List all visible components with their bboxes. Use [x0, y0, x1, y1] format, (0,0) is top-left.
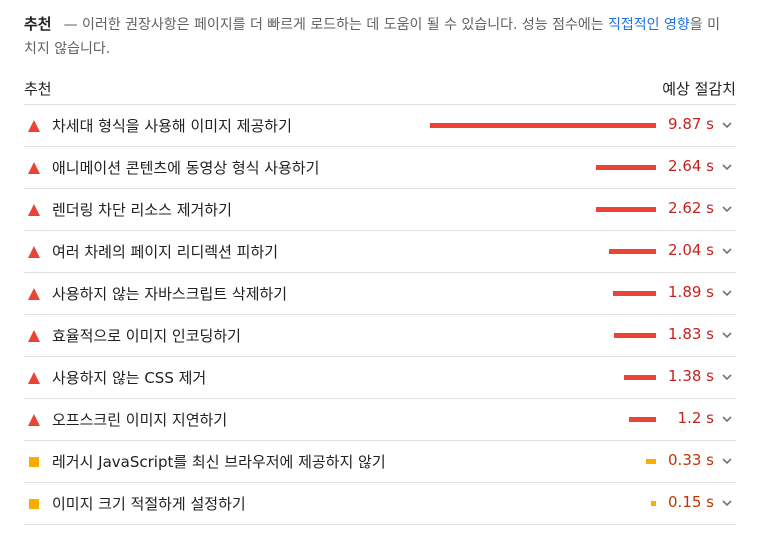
chevron-down-icon[interactable] — [720, 286, 734, 300]
savings-bar — [629, 417, 656, 422]
opportunities-panel: 추천 — 이러한 권장사항은 페이지를 더 빠르게 로드하는 데 도움이 될 수 … — [0, 0, 772, 538]
savings-value: 2.04 s — [668, 241, 714, 259]
audit-title: 오프스크린 이미지 지연하기 — [52, 411, 228, 429]
audit-row[interactable]: 레거시 JavaScript를 최신 브라우저에 제공하지 않기 0.33 s — [24, 441, 736, 483]
audit-title: 렌더링 차단 리소스 제거하기 — [52, 201, 232, 219]
warning-triangle-icon — [27, 161, 41, 175]
average-square-icon — [27, 497, 41, 511]
audit-row[interactable]: 여러 차례의 페이지 리디렉션 피하기 2.04 s — [24, 231, 736, 273]
savings-bar — [614, 333, 656, 338]
savings-bar — [596, 207, 656, 212]
audit-title: 이미지 크기 적절하게 설정하기 — [52, 495, 246, 513]
savings-value: 1.89 s — [668, 283, 714, 301]
chevron-down-icon[interactable] — [720, 412, 734, 426]
audit-row[interactable]: 사용하지 않는 자바스크립트 삭제하기 1.89 s — [24, 273, 736, 315]
chevron-down-icon[interactable] — [720, 328, 734, 342]
warning-triangle-icon — [27, 413, 41, 427]
audit-row[interactable]: 애니메이션 콘텐츠에 동영상 형식 사용하기 2.64 s — [24, 147, 736, 189]
audit-title: 사용하지 않는 CSS 제거 — [52, 369, 207, 387]
audit-row[interactable]: 오프스크린 이미지 지연하기 1.2 s — [24, 399, 736, 441]
chevron-down-icon[interactable] — [720, 370, 734, 384]
chevron-down-icon[interactable] — [720, 244, 734, 258]
savings-value: 2.64 s — [668, 157, 714, 175]
column-recommendation: 추천 — [24, 80, 52, 98]
chevron-down-icon[interactable] — [720, 160, 734, 174]
warning-triangle-icon — [27, 119, 41, 133]
intro-description: — 이러한 권장사항은 페이지를 더 빠르게 로드하는 데 도움이 될 수 있습… — [63, 17, 609, 33]
savings-bar — [596, 165, 656, 170]
savings-bar — [609, 249, 656, 254]
savings-bar — [651, 501, 656, 506]
savings-value: 9.87 s — [668, 115, 714, 133]
intro-text: 추천 — 이러한 권장사항은 페이지를 더 빠르게 로드하는 데 도움이 될 수 … — [24, 12, 724, 61]
savings-value: 2.62 s — [668, 199, 714, 217]
audit-row[interactable]: 효율적으로 이미지 인코딩하기 1.83 s — [24, 315, 736, 357]
audit-row[interactable]: 렌더링 차단 리소스 제거하기 2.62 s — [24, 189, 736, 231]
chevron-down-icon[interactable] — [720, 496, 734, 510]
column-estimated-savings: 예상 절감치 — [662, 80, 736, 98]
audit-title: 효율적으로 이미지 인코딩하기 — [52, 327, 241, 345]
warning-triangle-icon — [27, 245, 41, 259]
savings-value: 1.83 s — [668, 325, 714, 343]
savings-bar — [646, 459, 656, 464]
savings-bar — [613, 291, 656, 296]
column-header: 추천 예상 절감치 — [24, 74, 736, 105]
warning-triangle-icon — [27, 203, 41, 217]
audit-title: 차세대 형식을 사용해 이미지 제공하기 — [52, 117, 292, 135]
savings-value: 1.38 s — [668, 367, 714, 385]
audit-row[interactable]: 차세대 형식을 사용해 이미지 제공하기 9.87 s — [24, 105, 736, 147]
warning-triangle-icon — [27, 371, 41, 385]
chevron-down-icon[interactable] — [720, 202, 734, 216]
audit-row[interactable]: 이미지 크기 적절하게 설정하기 0.15 s — [24, 483, 736, 525]
direct-effect-link[interactable]: 직접적인 영향 — [608, 17, 690, 33]
savings-value: 0.33 s — [668, 451, 714, 469]
audit-title: 사용하지 않는 자바스크립트 삭제하기 — [52, 285, 288, 303]
audit-title: 여러 차례의 페이지 리디렉션 피하기 — [52, 243, 279, 261]
savings-bar — [430, 123, 656, 128]
savings-bar — [624, 375, 656, 380]
savings-value: 0.15 s — [668, 493, 714, 511]
chevron-down-icon[interactable] — [720, 118, 734, 132]
savings-value: 1.2 s — [677, 409, 714, 427]
section-heading: 추천 — [24, 15, 52, 33]
warning-triangle-icon — [27, 329, 41, 343]
average-square-icon — [27, 455, 41, 469]
audit-row[interactable]: 사용하지 않는 CSS 제거 1.38 s — [24, 357, 736, 399]
audit-title: 애니메이션 콘텐츠에 동영상 형식 사용하기 — [52, 159, 320, 177]
audit-title: 레거시 JavaScript를 최신 브라우저에 제공하지 않기 — [52, 453, 386, 471]
chevron-down-icon[interactable] — [720, 454, 734, 468]
warning-triangle-icon — [27, 287, 41, 301]
